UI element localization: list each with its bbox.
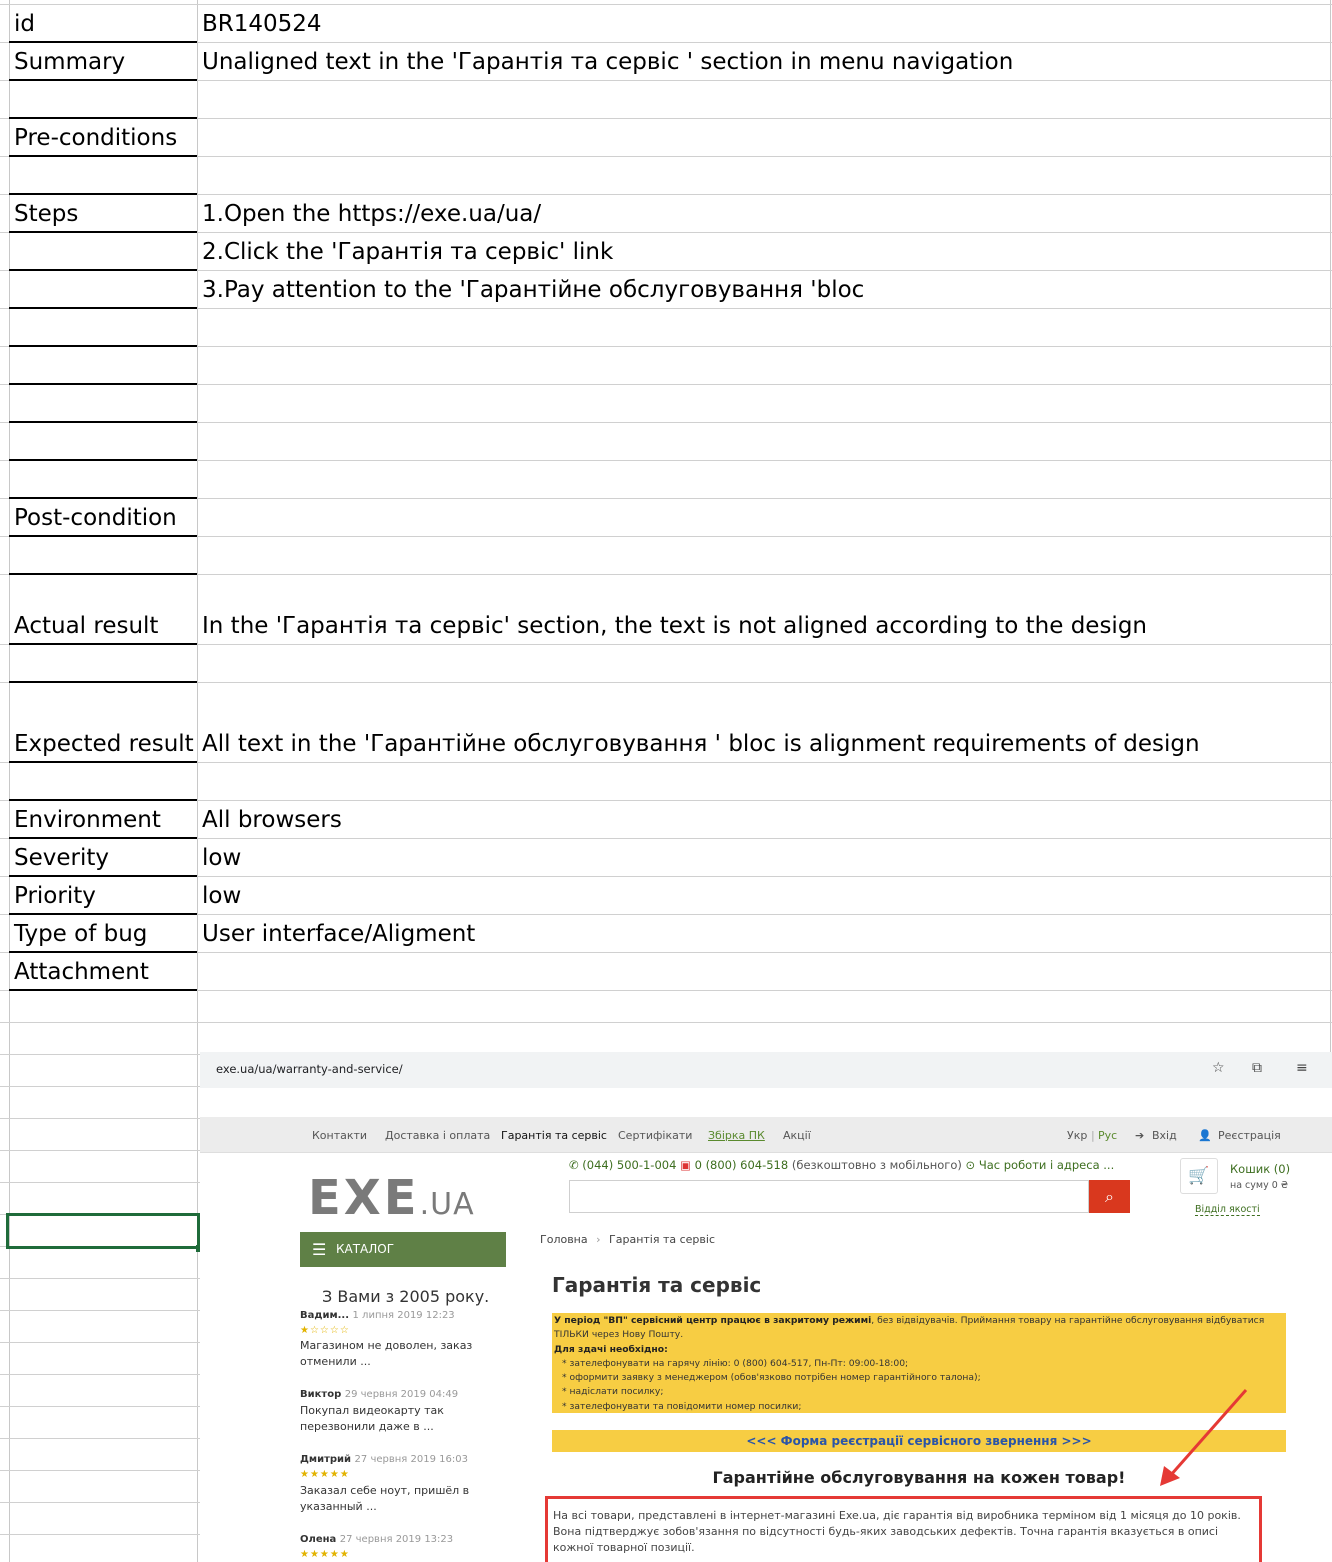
cell-value-step-1[interactable]: 1.Open the https://exe.ua/ua/ — [202, 200, 541, 228]
cell-value-type-of-bug[interactable]: User interface/Aligment — [202, 920, 475, 948]
selected-cell[interactable] — [6, 1213, 203, 1252]
cell-value-expected-result[interactable]: All text in the 'Гарантійне обслуговуван… — [202, 730, 1200, 758]
col-line-c — [1330, 0, 1331, 1052]
annotation-arrow — [1160, 1389, 1248, 1486]
col-line-b — [197, 0, 198, 1562]
attachment-screenshot: exe.ua/ua/warranty-and-service/ ☆ ⧉ ≡ Ко… — [200, 1052, 1332, 1562]
cell-label-type-of-bug[interactable]: Type of bug — [14, 920, 147, 948]
cell-label-actual-result[interactable]: Actual result — [14, 612, 158, 640]
cell-value-severity[interactable]: low — [202, 844, 241, 872]
cell-value-summary[interactable]: Unaligned text in the 'Гарантія та серві… — [202, 48, 1013, 76]
cell-value-environment[interactable]: All browsers — [202, 806, 342, 834]
cell-label-id[interactable]: id — [14, 10, 35, 38]
cell-label-postcondition[interactable]: Post-condition — [14, 504, 177, 532]
cell-label-summary[interactable]: Summary — [14, 48, 125, 76]
cell-value-priority[interactable]: low — [202, 882, 241, 910]
col-line-a — [9, 0, 10, 1562]
cell-label-attachment[interactable]: Attachment — [14, 958, 149, 986]
cell-value-id[interactable]: BR140524 — [202, 10, 322, 38]
cell-value-actual-result[interactable]: In the 'Гарантія та сервіс' section, the… — [202, 612, 1147, 640]
cell-label-expected-result[interactable]: Expected result — [14, 730, 194, 758]
cell-label-severity[interactable]: Severity — [14, 844, 109, 872]
cell-label-steps[interactable]: Steps — [14, 200, 78, 228]
cell-value-step-2[interactable]: 2.Click the 'Гарантія та сервіс' link — [202, 238, 613, 266]
cell-value-step-3[interactable]: 3.Pay attention to the 'Гарантійне обслу… — [202, 276, 864, 304]
cell-label-environment[interactable]: Environment — [14, 806, 161, 834]
cell-label-preconditions[interactable]: Pre-conditions — [14, 124, 177, 152]
cell-label-priority[interactable]: Priority — [14, 882, 96, 910]
